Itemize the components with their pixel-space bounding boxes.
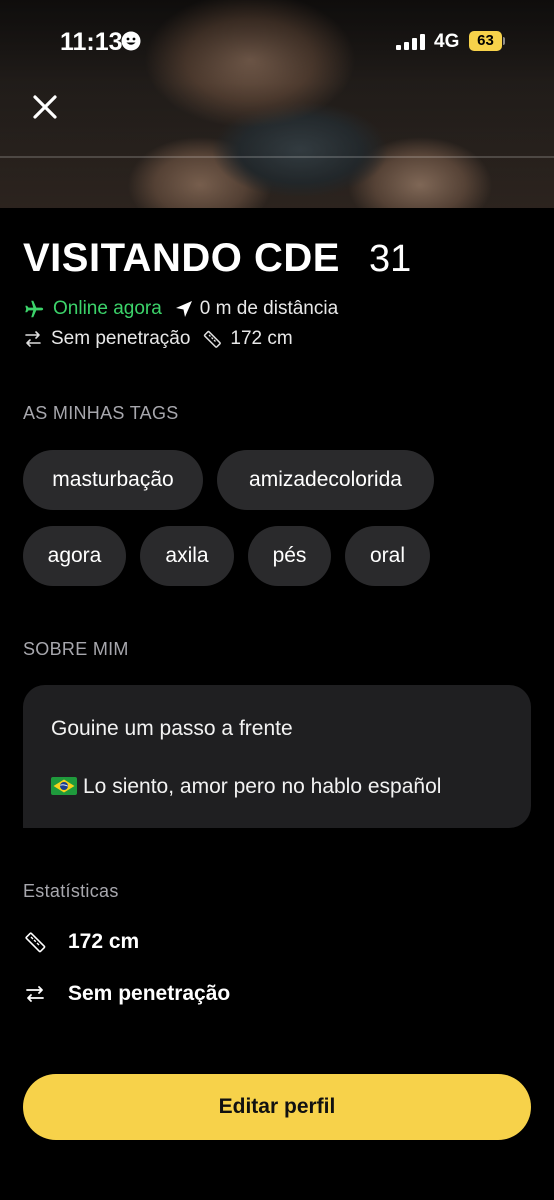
stats-section-title: Estatísticas	[23, 881, 119, 901]
about-line-2-row: Lo siento, amor pero no hablo español	[51, 775, 441, 799]
airplane-icon	[25, 300, 44, 318]
about-card: Gouine um passo a frente Lo siento, amor…	[23, 685, 531, 828]
photo-divider	[0, 156, 554, 158]
edit-profile-button[interactable]: Editar perfil	[23, 1074, 531, 1140]
stat-row-height: 172 cm	[23, 928, 139, 956]
status-bar: 11:13 4G 63	[0, 0, 554, 84]
info-row-status: Online agora 0 m de distância	[23, 297, 338, 321]
distance-text: 0 m de distância	[199, 298, 339, 319]
profile-page: 11:13 4G 63 VISITANDO CDE 31 Online agor…	[0, 0, 554, 1200]
location-arrow-icon	[175, 301, 192, 317]
battery-level: 63	[469, 31, 502, 51]
tag-chip[interactable]: oral	[345, 526, 430, 586]
tag-chip[interactable]: axila	[140, 526, 234, 586]
swap-arrows-icon	[26, 986, 44, 1002]
battery-indicator: 63	[469, 31, 505, 51]
tag-chip[interactable]: masturbação	[23, 450, 203, 510]
status-time: 11:13	[60, 28, 123, 56]
swap-arrows-icon	[25, 331, 41, 347]
tag-chip[interactable]: agora	[23, 526, 126, 586]
about-line-2: Lo siento, amor pero no hablo español	[83, 775, 442, 798]
signal-icon	[396, 34, 425, 50]
close-icon[interactable]	[26, 88, 64, 126]
battery-tip	[503, 37, 505, 45]
height-text: 172 cm	[230, 328, 293, 349]
ruler-icon	[25, 932, 46, 953]
stat-height: 172 cm	[68, 930, 140, 953]
profile-age: 31	[369, 238, 412, 280]
brazil-flag-icon	[51, 777, 77, 795]
info-row-details: Sem penetração 172 cm	[23, 327, 293, 351]
tag-chip[interactable]: amizadecolorida	[217, 450, 434, 510]
stat-position: Sem penetração	[68, 982, 231, 1005]
profile-name: VISITANDO CDE	[23, 236, 340, 280]
stat-row-position: Sem penetração	[23, 980, 230, 1008]
position-text: Sem penetração	[51, 328, 191, 349]
about-line-1: Gouine um passo a frente	[51, 717, 293, 740]
smiley-icon	[121, 31, 141, 51]
tag-chip[interactable]: pés	[248, 526, 331, 586]
network-label: 4G	[434, 31, 460, 52]
ruler-icon	[204, 330, 222, 348]
tags-section-title: AS MINHAS TAGS	[23, 403, 179, 423]
online-status: Online agora	[53, 298, 162, 319]
about-section-title: SOBRE MIM	[23, 639, 129, 659]
